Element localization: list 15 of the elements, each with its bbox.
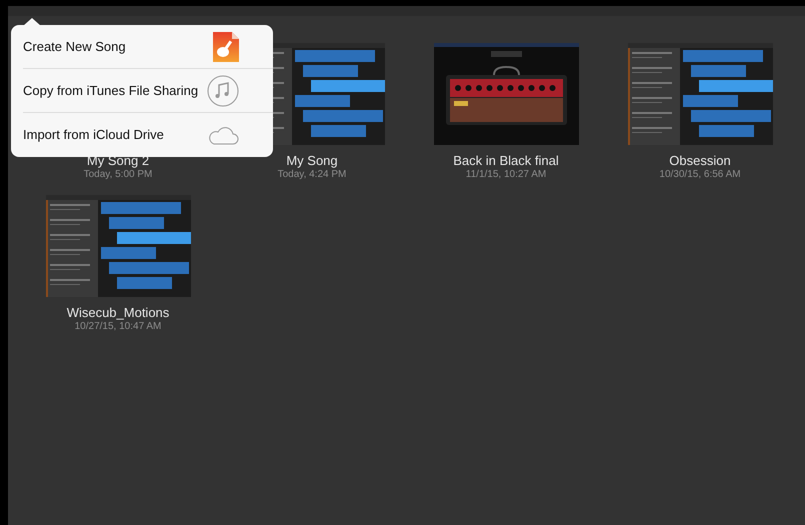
song-date: 10/30/15, 6:56 AM — [659, 169, 741, 181]
music-note-icon — [207, 74, 239, 106]
menu-item[interactable]: Copy from iTunes File Sharing — [23, 69, 273, 113]
cloud-icon — [207, 125, 239, 145]
song-title: Wisecub_Motions — [66, 305, 170, 321]
song-title: My Song — [286, 153, 338, 169]
song-date: 11/1/15, 10:27 AM — [466, 169, 546, 181]
song-title: Back in Black final — [453, 153, 559, 169]
guitar-app-icon — [213, 32, 239, 62]
song-date: Today, 4:24 PM — [278, 169, 346, 181]
song-date: Today, 5:00 PM — [84, 169, 152, 181]
song-date: 10/27/15, 10:47 AM — [74, 321, 162, 333]
song-title: Obsession — [669, 153, 731, 169]
menu-item[interactable]: Create New Song — [23, 25, 273, 69]
menu-item[interactable]: Import from iCloud Drive — [23, 113, 273, 157]
